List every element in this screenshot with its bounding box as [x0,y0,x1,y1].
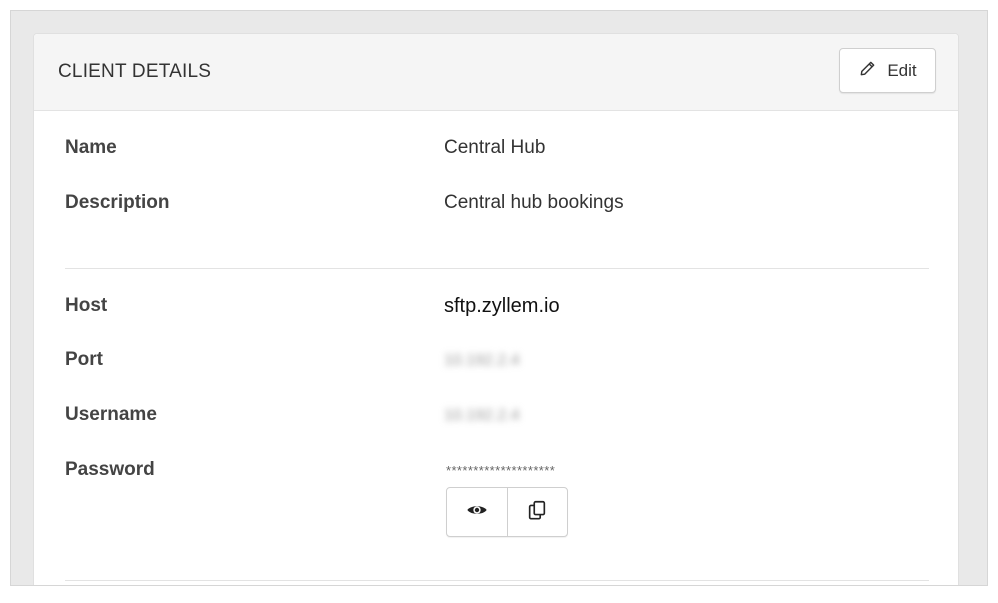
name-label: Name [65,137,117,158]
host-label: Host [65,295,108,316]
card-title: CLIENT DETAILS [58,61,212,82]
port-label: Port [65,349,103,370]
field-password: Password ******************** [65,459,945,485]
field-name: Name Central Hub [65,137,945,163]
description-value: Central hub bookings [444,192,624,213]
edit-button[interactable]: Edit [839,48,936,93]
field-host: Host sftp.zyllem.io [65,295,945,321]
eye-icon [466,499,488,526]
username-value: 10.192.2.4 [444,407,520,424]
section-divider [65,268,929,269]
section-divider-bottom [65,580,929,581]
page-background: CLIENT DETAILS Edit Name Central Hub Des… [10,10,988,586]
password-actions [446,487,568,537]
name-value: Central Hub [444,137,546,158]
copy-icon [526,499,548,526]
field-port: Port 10.192.2.4 [65,349,945,375]
password-value: ******************** [446,463,556,478]
edit-button-label: Edit [887,60,917,80]
username-label: Username [65,404,157,425]
field-description: Description Central hub bookings [65,192,945,218]
pencil-icon [858,59,877,83]
password-label: Password [65,459,155,480]
description-label: Description [65,192,170,213]
copy-password-button[interactable] [506,488,568,536]
host-value: sftp.zyllem.io [444,295,560,317]
show-password-button[interactable] [447,488,507,536]
card-header: CLIENT DETAILS Edit [34,34,958,111]
port-value: 10.192.2.4 [444,352,520,369]
client-details-card: CLIENT DETAILS Edit Name Central Hub Des… [33,33,959,585]
field-username: Username 10.192.2.4 [65,404,945,430]
